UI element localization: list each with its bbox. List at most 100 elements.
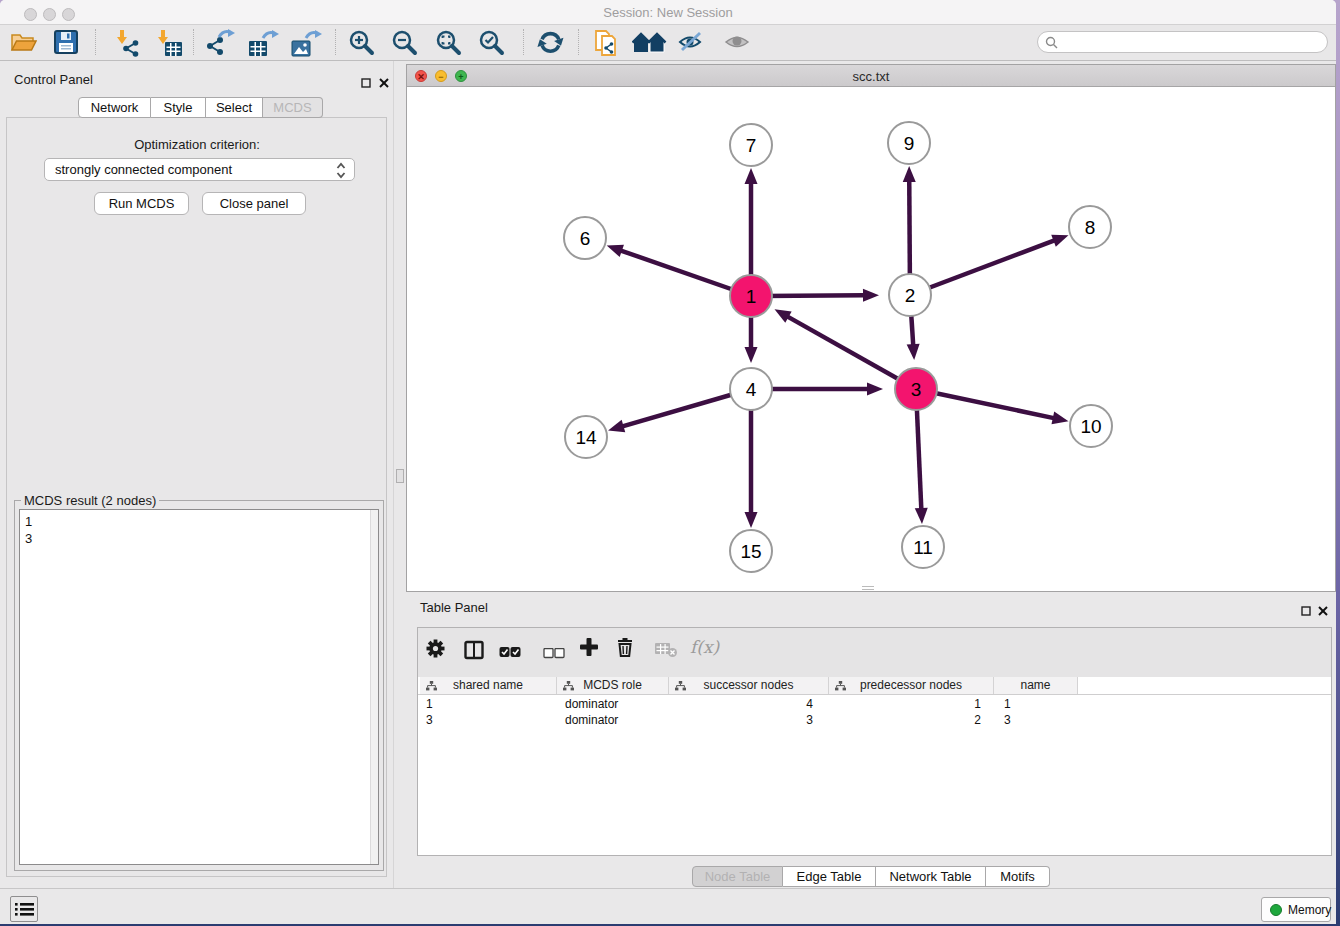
graph-node-label: 8 bbox=[1085, 217, 1096, 238]
tab-select[interactable]: Select bbox=[206, 97, 263, 118]
tree-icon bbox=[675, 681, 686, 691]
table-tabs: Node Table Edge Table Network Table Moti… bbox=[692, 866, 1050, 887]
network-window-title: scc.txt bbox=[407, 69, 1335, 84]
graph-edge-arrowhead bbox=[745, 168, 758, 184]
run-mcds-button[interactable]: Run MCDS bbox=[94, 192, 189, 215]
graph-edge-3-1[interactable] bbox=[788, 317, 916, 389]
tab-node-table[interactable]: Node Table bbox=[692, 866, 783, 887]
export-network-icon[interactable] bbox=[205, 29, 235, 57]
main-titlebar[interactable]: Session: New Session bbox=[0, 0, 1336, 25]
graph-edge-arrowhead bbox=[915, 508, 928, 524]
zoom-out-icon[interactable] bbox=[391, 29, 419, 57]
deselect-all-icon[interactable] bbox=[543, 645, 565, 663]
mcds-result-label: MCDS result (2 nodes) bbox=[21, 493, 159, 508]
save-session-icon[interactable] bbox=[53, 29, 79, 57]
table-row-2[interactable]: 3dominator323 bbox=[418, 712, 1331, 728]
open-file-icon[interactable] bbox=[9, 29, 37, 57]
graph-edge-arrowhead bbox=[907, 344, 920, 360]
tab-style[interactable]: Style bbox=[151, 97, 206, 118]
optimization-criterion-select[interactable]: strongly connected component bbox=[44, 158, 355, 181]
graph-node-label: 2 bbox=[905, 285, 916, 306]
table-row-1[interactable]: 1dominator411 bbox=[418, 696, 1331, 712]
cell-name[interactable]: 3 bbox=[994, 712, 1078, 728]
dropdown-value: strongly connected component bbox=[55, 162, 232, 177]
network-resize-handle[interactable] bbox=[862, 586, 874, 590]
search-icon bbox=[1045, 36, 1058, 49]
table-toolbar: f(x) bbox=[418, 628, 1331, 677]
gear-icon[interactable] bbox=[426, 639, 445, 662]
main-toolbar bbox=[0, 25, 1336, 61]
cell-successor-nodes[interactable]: 3 bbox=[669, 712, 829, 728]
graph-node-label: 3 bbox=[911, 379, 922, 400]
cell-predecessor-nodes[interactable]: 1 bbox=[829, 696, 994, 712]
cell-MCDS-role[interactable]: dominator bbox=[557, 696, 669, 712]
hide-selected-icon[interactable] bbox=[676, 29, 708, 57]
graph-node-label: 15 bbox=[740, 541, 761, 562]
graph-edge-2-8[interactable] bbox=[910, 240, 1054, 295]
graph-edge-arrowhead bbox=[745, 512, 758, 528]
import-table-icon[interactable] bbox=[154, 29, 184, 57]
table-close-icon[interactable] bbox=[1318, 602, 1328, 620]
graph-edge-arrowhead bbox=[608, 420, 625, 432]
column-header-successor-nodes[interactable]: successor nodes bbox=[669, 677, 829, 694]
cell-shared-name[interactable]: 1 bbox=[420, 696, 557, 712]
network-window-titlebar[interactable]: ✕ − + scc.txt bbox=[407, 65, 1335, 87]
first-neighbors-icon[interactable] bbox=[632, 29, 668, 57]
column-header-name[interactable]: name bbox=[994, 677, 1078, 694]
export-image-icon[interactable] bbox=[290, 29, 322, 57]
cell-successor-nodes[interactable]: 4 bbox=[669, 696, 829, 712]
tab-motifs[interactable]: Motifs bbox=[986, 866, 1050, 887]
tab-network[interactable]: Network bbox=[78, 97, 151, 118]
tab-edge-table[interactable]: Edge Table bbox=[783, 866, 876, 887]
mcds-result-text[interactable]: 1 3 bbox=[19, 509, 379, 865]
task-history-button[interactable] bbox=[10, 896, 38, 922]
show-all-icon[interactable] bbox=[722, 29, 754, 57]
cell-name[interactable]: 1 bbox=[994, 696, 1078, 712]
float-panel-icon[interactable] bbox=[361, 74, 371, 92]
network-view-window: ✕ − + scc.txt 7968124314101511 bbox=[406, 64, 1336, 592]
panel-divider-handle[interactable] bbox=[396, 469, 404, 483]
graph-edge-arrowhead bbox=[867, 383, 883, 396]
columns-icon[interactable] bbox=[464, 640, 484, 664]
search-input[interactable] bbox=[1037, 31, 1328, 53]
table-panel: Table Panel bbox=[406, 592, 1336, 888]
dropdown-arrows-icon bbox=[336, 162, 346, 185]
tab-mcds[interactable]: MCDS bbox=[263, 97, 323, 118]
add-icon[interactable] bbox=[580, 638, 598, 660]
table-float-icon[interactable] bbox=[1301, 602, 1311, 620]
node-table: f(x) shared nameMCDS rolesuccessor nodes… bbox=[417, 627, 1332, 856]
result-scrollbar[interactable] bbox=[370, 510, 378, 864]
graph-node-label: 11 bbox=[913, 537, 933, 558]
list-icon bbox=[15, 902, 34, 917]
table-header: shared nameMCDS rolesuccessor nodesprede… bbox=[418, 677, 1331, 695]
memory-status-icon bbox=[1270, 904, 1282, 916]
close-panel-icon[interactable] bbox=[379, 74, 389, 92]
delete-table-icon[interactable] bbox=[655, 642, 679, 662]
graph-node-label: 4 bbox=[746, 379, 757, 400]
refresh-icon[interactable] bbox=[536, 29, 566, 57]
cell-MCDS-role[interactable]: dominator bbox=[557, 712, 669, 728]
clone-network-icon[interactable] bbox=[592, 29, 620, 57]
zoom-selected-icon[interactable] bbox=[478, 29, 506, 57]
close-panel-button[interactable]: Close panel bbox=[202, 192, 306, 215]
cell-shared-name[interactable]: 3 bbox=[420, 712, 557, 728]
control-panel-tabs: Network Style Select MCDS bbox=[78, 97, 323, 118]
delete-icon[interactable] bbox=[616, 638, 634, 661]
graph-edge-arrowhead bbox=[745, 347, 758, 363]
column-header-predecessor-nodes[interactable]: predecessor nodes bbox=[829, 677, 994, 694]
tab-network-table[interactable]: Network Table bbox=[876, 866, 986, 887]
column-header-shared-name[interactable]: shared name bbox=[420, 677, 557, 694]
zoom-in-icon[interactable] bbox=[348, 29, 376, 57]
cell-predecessor-nodes[interactable]: 2 bbox=[829, 712, 994, 728]
control-panel: Control Panel Network Style Select MCDS … bbox=[0, 61, 394, 888]
function-builder-icon[interactable]: f(x) bbox=[690, 637, 719, 657]
zoom-fit-icon[interactable] bbox=[435, 29, 463, 57]
app-window: Session: New Session bbox=[0, 0, 1336, 924]
column-header-MCDS-role[interactable]: MCDS role bbox=[557, 677, 669, 694]
select-all-icon[interactable] bbox=[499, 644, 521, 662]
export-table-icon[interactable] bbox=[247, 29, 279, 57]
import-network-icon[interactable] bbox=[113, 29, 141, 57]
memory-label: Memory bbox=[1288, 903, 1331, 917]
memory-button[interactable]: Memory bbox=[1261, 897, 1331, 922]
graph-node-label: 7 bbox=[746, 135, 757, 156]
